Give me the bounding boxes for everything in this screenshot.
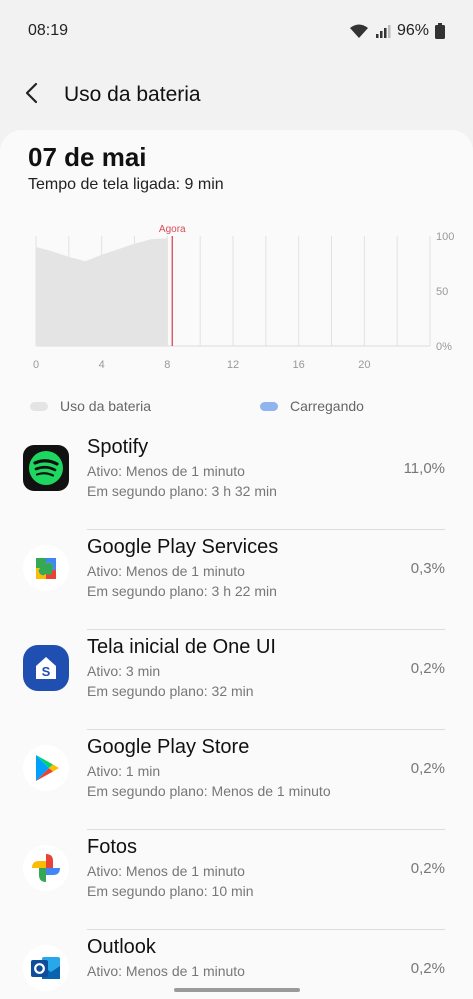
- chart-x-tick-label: 4: [99, 359, 105, 371]
- outlook-icon: [22, 944, 70, 992]
- date-title: 07 de mai: [28, 142, 147, 172]
- app-active-time: Ativo: Menos de 1 minuto: [87, 863, 245, 879]
- app-background-time: Em segundo plano: 3 h 22 min: [87, 583, 277, 599]
- battery-chart[interactable]: Agora 0 4 8 12 16 20 100 50 0%: [0, 218, 473, 378]
- app-active-time: Ativo: 1 min: [87, 763, 161, 779]
- signal-icon: [375, 23, 391, 39]
- play-services-icon: [22, 544, 70, 592]
- app-usage-percent: 11,0%: [403, 460, 445, 477]
- chart-x-tick-label: 12: [227, 359, 239, 371]
- app-background-time: Em segundo plano: 3 h 32 min: [87, 483, 277, 499]
- status-icons: 96%: [349, 22, 445, 40]
- app-name: Tela inicial de One UI: [87, 636, 276, 658]
- wifi-icon: [349, 23, 369, 39]
- app-usage-percent: 0,2%: [410, 760, 445, 777]
- status-time: 08:19: [28, 22, 69, 39]
- battery-usage-card: 07 de mai Tempo de tela ligada: 9 min Ag…: [0, 130, 473, 999]
- chart-y-tick-label: 50: [436, 286, 448, 298]
- app-usage-percent: 0,3%: [410, 560, 445, 577]
- app-usage-percent: 0,2%: [410, 860, 445, 877]
- back-button[interactable]: [0, 67, 64, 123]
- app-name: Google Play Services: [87, 536, 279, 558]
- app-header: Uso da bateria: [0, 62, 473, 128]
- gesture-nav-handle[interactable]: [174, 988, 300, 992]
- chart-y-tick-label: 0%: [436, 341, 452, 353]
- legend-usage: Uso da bateria: [30, 398, 151, 414]
- app-active-time: Ativo: 3 min: [87, 663, 161, 679]
- chart-x-tick-label: 0: [33, 359, 39, 371]
- app-active-time: Ativo: Menos de 1 minuto: [87, 463, 245, 479]
- arrow-back-icon: [24, 82, 40, 109]
- legend-usage-label: Uso da bateria: [60, 398, 152, 414]
- legend-usage-swatch: [30, 401, 48, 411]
- app-row-fotos[interactable]: Fotos Ativo: Menos de 1 minuto Em segund…: [0, 830, 473, 930]
- page-title: Uso da bateria: [64, 83, 201, 106]
- svg-text:S: S: [42, 664, 51, 679]
- one-ui-home-icon: S: [22, 644, 70, 692]
- app-name: Spotify: [87, 436, 149, 458]
- chart-x-tick-label: 16: [293, 359, 305, 371]
- app-name: Google Play Store: [87, 736, 250, 758]
- chart-legend: Uso da bateria Carregando: [0, 398, 473, 422]
- app-list: Spotify Ativo: Menos de 1 minuto Em segu…: [0, 430, 473, 999]
- app-background-time: Em segundo plano: 32 min: [87, 683, 254, 699]
- app-name: Outlook: [87, 936, 156, 958]
- app-row-spotify[interactable]: Spotify Ativo: Menos de 1 minuto Em segu…: [0, 430, 473, 530]
- app-background-time: Em segundo plano: 10 min: [87, 883, 254, 899]
- status-bar: 08:19 96%: [0, 0, 473, 62]
- app-active-time: Ativo: Menos de 1 minuto: [87, 963, 245, 979]
- app-usage-percent: 0,2%: [410, 660, 445, 677]
- screen-time-text: Tempo de tela ligada: 9 min: [28, 176, 224, 193]
- battery-icon: [435, 23, 445, 39]
- chart-x-tick-label: 20: [358, 359, 370, 371]
- spotify-icon: [22, 444, 70, 492]
- app-usage-percent: 0,2%: [410, 960, 445, 977]
- chart-y-tick-label: 100: [436, 231, 454, 243]
- app-background-time: Em segundo plano: Menos de 1 minuto: [87, 783, 331, 799]
- app-active-time: Ativo: Menos de 1 minuto: [87, 563, 245, 579]
- app-name: Fotos: [87, 836, 138, 858]
- play-store-icon: [22, 744, 70, 792]
- app-row-google-play-store[interactable]: Google Play Store Ativo: 1 min Em segund…: [0, 730, 473, 830]
- app-row-google-play-services[interactable]: Google Play Services Ativo: Menos de 1 m…: [0, 530, 473, 630]
- app-row-one-ui-home[interactable]: S Tela inicial de One UI Ativo: 3 min Em…: [0, 630, 473, 730]
- chart-now-label: Agora: [159, 224, 186, 235]
- battery-chart-svg: Agora 0 4 8 12 16 20 100 50 0%: [33, 224, 454, 371]
- google-photos-icon: [22, 844, 70, 892]
- legend-charging-swatch: [260, 401, 278, 411]
- battery-percent: 96%: [396, 22, 429, 39]
- legend-charging-label: Carregando: [290, 398, 364, 414]
- legend-charging: Carregando: [260, 398, 364, 414]
- chart-x-tick-label: 8: [164, 359, 170, 371]
